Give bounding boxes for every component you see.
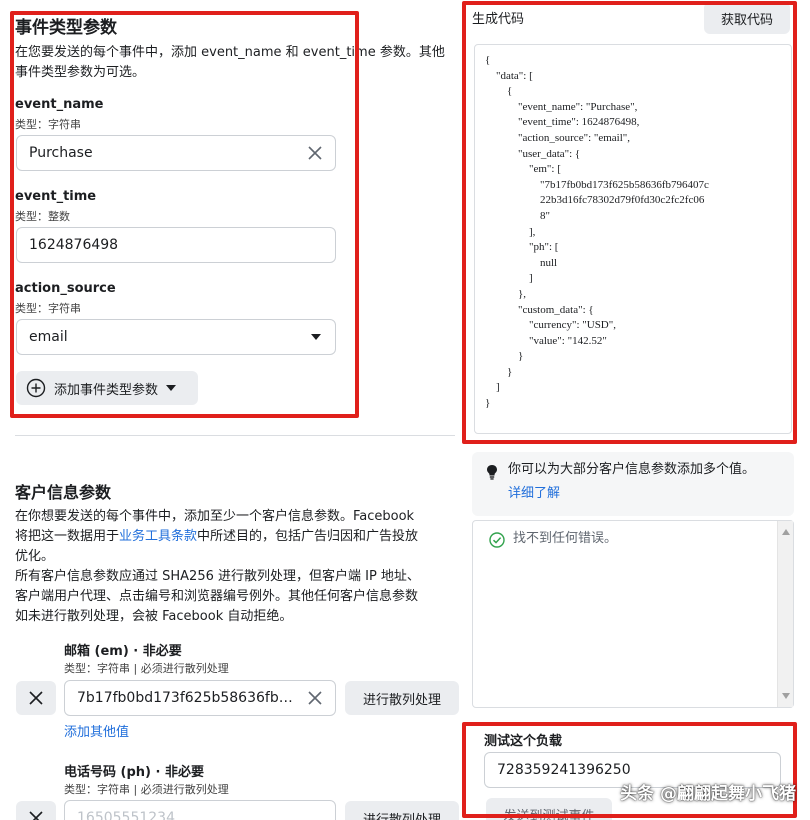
remove-email-button[interactable] — [16, 681, 56, 715]
event-name-label: event_name — [15, 97, 104, 112]
no-errors-text: 找不到任何错误。 — [513, 531, 618, 546]
action-source-value: email — [29, 329, 68, 345]
error-scrollbar[interactable] — [777, 521, 793, 707]
close-icon — [29, 811, 43, 820]
test-code-value: 728359241396250 — [497, 762, 631, 778]
customer-desc-2: 将把这一数据用于业务工具条款中所述目的，包括广告归因和广告投放 — [15, 529, 419, 544]
email-type: 类型：字符串 | 必须进行散列处理 — [64, 662, 229, 675]
event-section-desc-2: 事件类型参数为可选。 — [15, 65, 146, 80]
clear-icon[interactable] — [301, 139, 329, 167]
code-panel-title: 生成代码 — [472, 12, 525, 27]
hash-email-button[interactable]: 进行散列处理 — [345, 681, 459, 715]
section-divider — [15, 435, 455, 436]
generated-code-box[interactable]: { "data": [ { "event_name": "Purchase", … — [474, 44, 792, 434]
customer-desc-1: 在你想要发送的每个事件中，添加至少一个客户信息参数。Facebook — [15, 509, 415, 524]
event-time-type: 类型：整数 — [15, 210, 70, 223]
send-test-event-button[interactable]: 发送到测试事件 — [486, 798, 612, 820]
action-source-select[interactable]: email — [16, 319, 336, 355]
remove-phone-button[interactable] — [16, 801, 56, 820]
check-circle-icon — [489, 532, 505, 548]
event-name-type: 类型：字符串 — [15, 118, 81, 131]
event-name-value: Purchase — [29, 145, 93, 161]
customer-desc-5: 客户端用户代理、点击编号和浏览器编号例外。其他任何客户信息参数 — [15, 589, 419, 604]
add-circle-icon — [26, 378, 46, 398]
phone-placeholder: 16505551234 — [77, 810, 175, 820]
hash-phone-button[interactable]: 进行散列处理 — [345, 801, 459, 820]
scroll-down-icon[interactable] — [782, 693, 790, 699]
caret-down-icon — [311, 334, 321, 340]
event-time-value: 1624876498 — [29, 237, 119, 253]
event-name-input[interactable]: Purchase — [16, 135, 336, 171]
customer-desc-3: 优化。 — [15, 549, 55, 564]
customer-desc-6: 如未进行散列处理，会被 Facebook 自动拒绝。 — [15, 609, 293, 624]
test-payload-title: 测试这个负载 — [484, 734, 563, 749]
customer-desc-4: 所有客户信息参数应通过 SHA256 进行散列处理，但客户端 IP 地址、 — [15, 569, 420, 584]
error-box: 找不到任何错误。 — [472, 520, 794, 708]
add-event-param-label: 添加事件类型参数 — [54, 382, 159, 398]
lightbulb-icon — [487, 465, 497, 480]
action-source-type: 类型：字符串 — [15, 302, 81, 315]
generated-code: { "data": [ { "event_name": "Purchase", … — [485, 54, 709, 410]
event-time-label: event_time — [15, 189, 97, 204]
clear-icon[interactable] — [301, 684, 329, 712]
learn-more-link[interactable]: 详细了解 — [508, 484, 560, 504]
action-source-label: action_source — [15, 281, 116, 296]
close-icon — [29, 691, 43, 705]
email-value: 7b17fb0bd173f625b58636fb79… — [77, 690, 301, 706]
watermark-text: 头条 @翩翩起舞小飞猪 — [620, 784, 796, 804]
phone-label: 电话号码 (ph) · 非必要 — [64, 765, 204, 780]
customer-section-title: 客户信息参数 — [15, 483, 112, 502]
email-input[interactable]: 7b17fb0bd173f625b58636fb79… — [64, 680, 336, 716]
event-time-input[interactable]: 1624876498 — [16, 227, 336, 263]
add-other-value-link[interactable]: 添加其他值 — [64, 723, 129, 743]
scroll-up-icon[interactable] — [782, 529, 790, 535]
email-label: 邮箱 (em) · 非必要 — [64, 644, 182, 659]
add-event-param-button[interactable]: 添加事件类型参数 — [16, 371, 198, 405]
phone-type: 类型：字符串 | 必须进行散列处理 — [64, 783, 229, 796]
business-terms-link[interactable]: 业务工具条款 — [119, 529, 197, 544]
caret-down-icon — [166, 385, 177, 391]
phone-input[interactable]: 16505551234 — [64, 800, 336, 820]
event-section-title: 事件类型参数 — [15, 18, 117, 38]
left-panel: 事件类型参数 在您要发送的每个事件中，添加 event_name 和 event… — [0, 0, 460, 820]
tip-text: 你可以为大部分客户信息参数添加多个值。 — [508, 462, 756, 477]
tip-box: 你可以为大部分客户信息参数添加多个值。 详细了解 — [472, 452, 794, 516]
get-code-button[interactable]: 获取代码 — [704, 2, 790, 34]
event-section-desc-1: 在您要发送的每个事件中，添加 event_name 和 event_time 参… — [15, 45, 445, 60]
